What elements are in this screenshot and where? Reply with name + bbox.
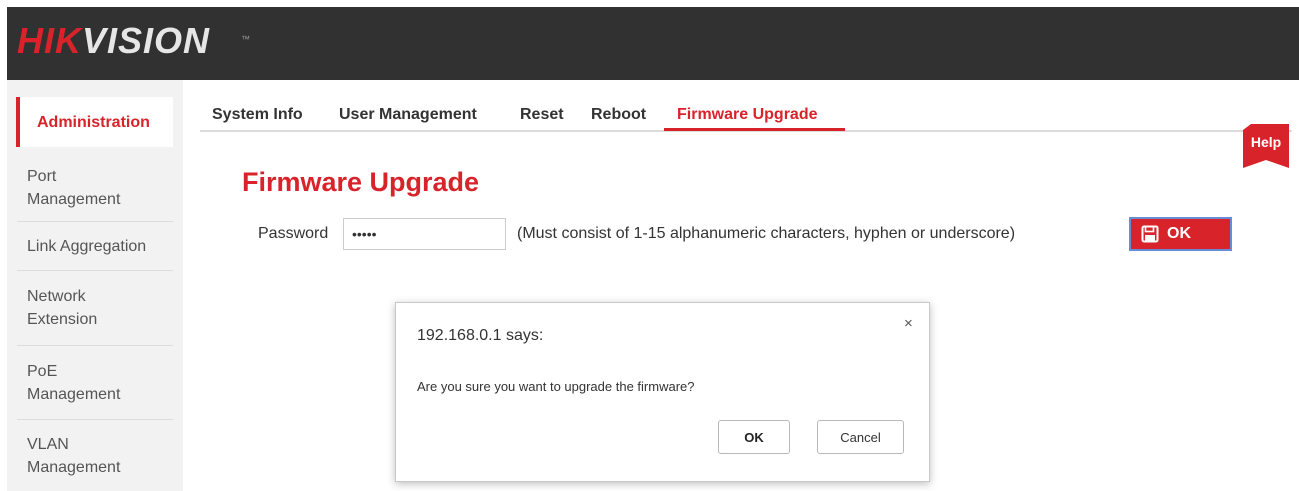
password-label: Password (258, 225, 329, 242)
sidebar-item-label: Network Extension (27, 288, 98, 328)
header-bar: HIKVISION ™ (7, 7, 1299, 80)
sidebar-item-port-management[interactable]: Port Management (17, 154, 173, 222)
page-title: Firmware Upgrade (242, 167, 480, 197)
sidebar-item-vlan-management[interactable]: VLAN Management (17, 420, 173, 491)
password-hint: (Must consist of 1-15 alphanumeric chara… (517, 225, 1016, 242)
active-tab-underline (664, 128, 845, 131)
logo-hik: HIK (17, 20, 82, 61)
dialog-cancel-button[interactable]: Cancel (817, 420, 904, 454)
tab-user-management[interactable]: User Management (339, 104, 477, 126)
dialog-ok-label: OK (744, 429, 764, 445)
sidebar-item-label: VLAN Management (27, 435, 121, 476)
password-input[interactable] (343, 218, 506, 250)
tab-reset[interactable]: Reset (520, 104, 564, 126)
dialog-title: 192.168.0.1 says: (417, 327, 544, 344)
close-icon[interactable]: × (904, 315, 918, 332)
tab-system-info[interactable]: System Info (212, 104, 303, 126)
sidebar-item-label: Port Management (27, 167, 121, 208)
sidebar-item-label: Administration (37, 113, 150, 131)
logo-vision: VISION (82, 20, 211, 61)
tab-bar: System Info User Management Reset Reboot… (200, 104, 1292, 132)
logo-trademark: ™ (241, 34, 251, 44)
save-icon (1141, 225, 1159, 243)
hikvision-logo: HIKVISION ™ (17, 20, 250, 61)
sidebar-item-label: PoE Management (27, 362, 121, 403)
tab-reboot[interactable]: Reboot (591, 104, 646, 126)
sidebar-item-administration[interactable]: Administration (16, 97, 173, 147)
dialog-ok-button[interactable]: OK (718, 420, 790, 454)
confirm-dialog: 192.168.0.1 says: × Are you sure you wan… (395, 302, 930, 482)
sidebar-item-label: Link Aggregation (27, 237, 147, 255)
ok-button[interactable]: OK (1129, 217, 1232, 251)
sidebar: Administration Port Management Link Aggr… (7, 80, 183, 491)
help-label: Help (1250, 134, 1282, 150)
dialog-cancel-label: Cancel (840, 429, 881, 445)
page: HIKVISION ™ Administration Port Manageme… (0, 0, 1299, 491)
sidebar-item-poe-management[interactable]: PoE Management (17, 346, 173, 420)
sidebar-item-network-extension[interactable]: Network Extension (17, 271, 173, 346)
ok-button-label: OK (1167, 225, 1191, 242)
dialog-message: Are you sure you want to upgrade the fir… (417, 379, 695, 394)
help-button[interactable]: Help (1241, 124, 1291, 168)
tab-firmware-upgrade[interactable]: Firmware Upgrade (677, 104, 817, 126)
sidebar-item-link-aggregation[interactable]: Link Aggregation (17, 222, 173, 271)
